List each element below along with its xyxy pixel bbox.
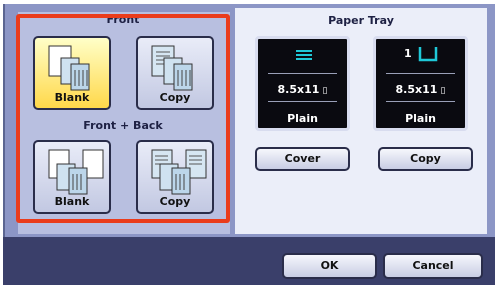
front-back-copy-label: Copy [159,195,191,208]
front-copy-button[interactable]: Copy [136,36,214,110]
tray-size-cover: 8.5x11 ▯ [277,83,328,96]
tray-separator [386,73,455,74]
portrait-orientation-icon: ▯ [437,86,446,96]
paper-tray-title: Paper Tray [328,14,394,27]
front-back-copy-button[interactable]: Copy [136,140,214,214]
front-back-title: Front + Back [83,119,163,132]
tray-separator [386,101,455,102]
front-back-blank-label: Blank [54,195,90,208]
tray-box-cover[interactable]: 8.5x11 ▯ Plain [255,36,350,131]
portrait-orientation-icon: ▯ [319,86,328,96]
front-title: Front [106,13,140,26]
tray-separator [268,101,337,102]
cover-tray-button[interactable]: Cover [255,147,350,171]
tray-size-copy: 8.5x11 ▯ [395,83,446,96]
blank-cover-icon [48,45,90,91]
tray-number: 1 [404,47,412,60]
tray-stack-icon [296,50,312,60]
tray-box-copy[interactable]: 1 8.5x11 ▯ Plain [373,36,468,131]
tray-type-copy: Plain [405,112,436,125]
front-back-blank-button[interactable]: Blank [33,140,111,214]
tray-separator [268,73,337,74]
ok-button[interactable]: OK [282,253,377,279]
copy-front-back-cover-icon [151,149,207,195]
copy-tray-button[interactable]: Copy [378,147,473,171]
front-blank-label: Blank [54,91,90,104]
copy-cover-icon [151,45,193,91]
front-blank-button[interactable]: Blank [33,36,111,110]
tray-drawer-icon [418,47,438,62]
cancel-button[interactable]: Cancel [383,253,483,279]
tray-type-cover: Plain [287,112,318,125]
blank-front-back-cover-icon [48,149,104,195]
front-copy-label: Copy [159,91,191,104]
